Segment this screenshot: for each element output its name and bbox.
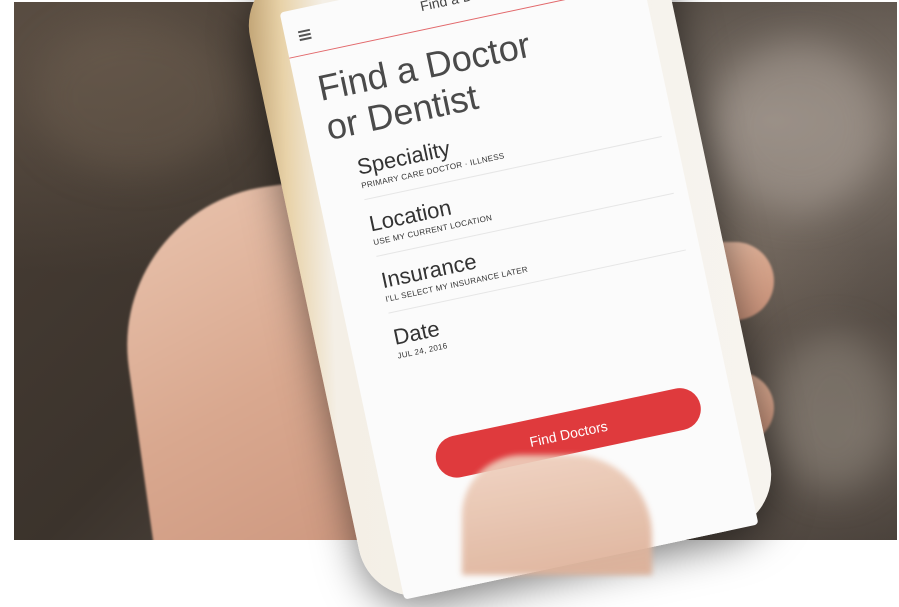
background-bokeh bbox=[774, 332, 894, 492]
background-bokeh bbox=[34, 22, 234, 172]
background-bokeh bbox=[714, 42, 884, 212]
thumb bbox=[462, 455, 652, 575]
